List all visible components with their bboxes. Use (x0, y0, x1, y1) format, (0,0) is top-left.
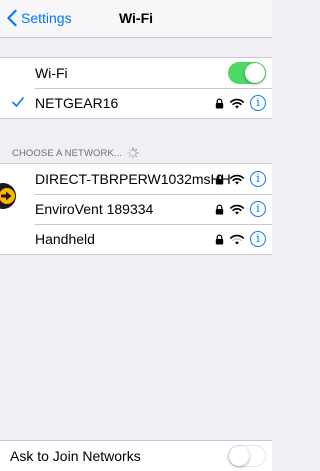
toggle-knob (245, 63, 265, 83)
toggle-knob (229, 446, 249, 466)
wifi-group: Wi-Fi NETGEAR16 i (0, 57, 272, 119)
ask-to-join-row: Ask to Join Networks (0, 441, 272, 471)
info-icon[interactable]: i (250, 171, 266, 187)
checkmark-icon (12, 97, 24, 107)
network-row[interactable]: DIRECT-TBRPERW1032msHH i (0, 164, 272, 194)
lock-icon (215, 234, 224, 244)
network-list: DIRECT-TBRPERW1032msHH i EnviroVent 1893… (0, 163, 272, 255)
spinner-icon (127, 147, 139, 159)
ask-to-join-group: Ask to Join Networks (0, 440, 272, 471)
connected-network-row[interactable]: NETGEAR16 i (0, 88, 272, 118)
network-name: EnviroVent 189334 (35, 201, 154, 217)
info-icon[interactable]: i (250, 231, 266, 247)
network-name: DIRECT-TBRPERW1032msHH (35, 171, 231, 187)
wifi-toggle-label: Wi-Fi (35, 65, 68, 81)
lock-icon (215, 174, 224, 184)
network-row[interactable]: EnviroVent 189334 i (0, 194, 272, 224)
wifi-icon (230, 204, 244, 214)
lock-icon (215, 98, 224, 108)
lock-icon (215, 204, 224, 214)
arrow-right-icon (1, 191, 12, 201)
wifi-icon (230, 98, 244, 108)
network-name: Handheld (35, 231, 95, 247)
choose-network-label: CHOOSE A NETWORK... (12, 147, 123, 159)
network-status-icons: i (215, 200, 266, 218)
wifi-toggle-row: Wi-Fi (0, 58, 272, 88)
wifi-toggle-switch[interactable] (228, 62, 266, 84)
wifi-icon (230, 234, 244, 244)
ask-to-join-toggle[interactable] (228, 445, 266, 467)
connected-network-name: NETGEAR16 (35, 95, 119, 111)
page-title: Wi-Fi (118, 10, 154, 26)
network-status-icons: i (215, 94, 266, 112)
wifi-icon (230, 174, 244, 184)
info-icon[interactable]: i (250, 201, 266, 217)
network-status-icons: i (215, 230, 266, 248)
network-row[interactable]: Handheld i (0, 224, 272, 254)
choose-network-header: CHOOSE A NETWORK... (12, 147, 139, 159)
network-status-icons: i (215, 170, 266, 188)
info-icon[interactable]: i (250, 95, 266, 111)
ask-to-join-label: Ask to Join Networks (10, 448, 141, 464)
navigation-bar: Settings Wi-Fi (0, 0, 272, 38)
